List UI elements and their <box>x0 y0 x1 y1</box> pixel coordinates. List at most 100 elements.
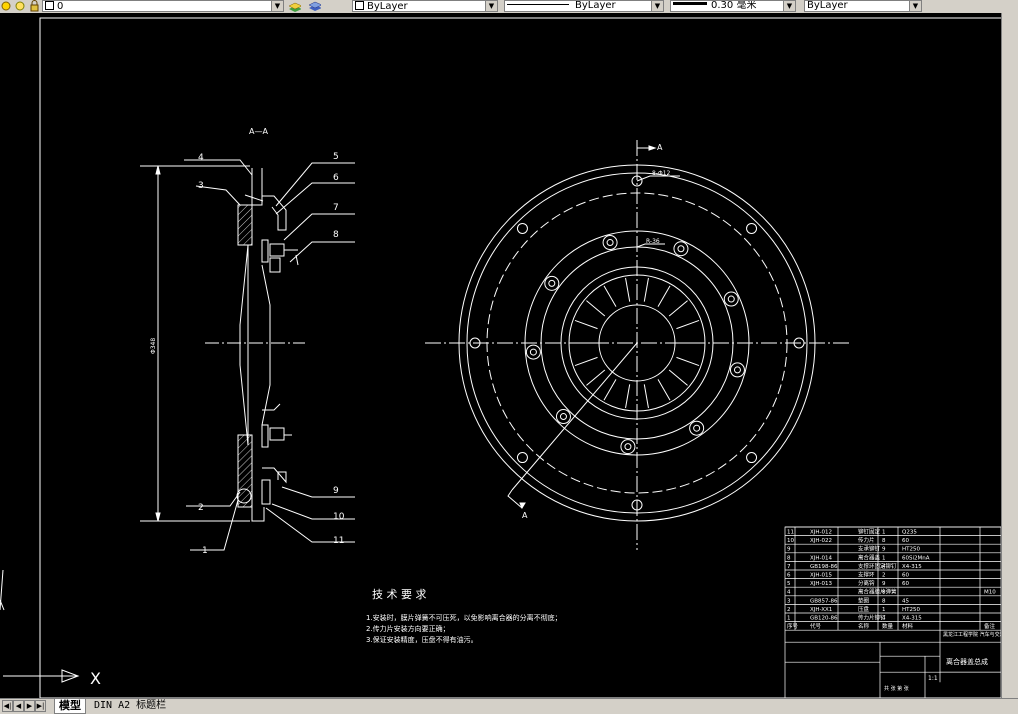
callout-3: 3 <box>198 181 204 191</box>
color-value: ByLayer <box>367 1 408 12</box>
color-swatch <box>355 1 364 10</box>
drawing-canvas[interactable]: A—A 4 3 2 1 5 6 7 8 9 10 11 Φ348 A A 8-Φ… <box>0 13 1018 698</box>
rivet-hole-inner <box>624 443 632 451</box>
layer-lock-icon[interactable] <box>28 0 41 12</box>
tab-layout-din-a2[interactable]: DIN A2 标题栏 <box>90 699 170 713</box>
layer-combo[interactable]: 0 ▼ <box>42 0 284 12</box>
bolt-hole <box>516 452 528 464</box>
bom-cell: HT250 <box>902 547 920 553</box>
finger-slot <box>574 319 598 330</box>
bom-cell: 支撑环固定铆钉 <box>858 562 897 570</box>
bom-cell: 60 <box>902 538 909 544</box>
last-tab-button[interactable]: ▶| <box>35 700 46 712</box>
rivet-hole <box>723 291 739 307</box>
bom-cell: 7 <box>787 564 791 570</box>
finger-slot <box>676 319 700 330</box>
tech-note-1: 1.安装时，膜片弹簧不可压死，以免影响离合器的分离不彻底； <box>366 613 562 622</box>
prev-tab-button[interactable]: ◀ <box>13 700 24 712</box>
bom-cell: 4 <box>882 616 886 622</box>
bom-cell: 4 <box>882 564 886 570</box>
chevron-down-icon[interactable]: ▼ <box>783 1 795 11</box>
sheet-info: 共 张 第 张 <box>884 685 909 692</box>
layer-sun-icon[interactable] <box>14 0 27 12</box>
linetype-combo[interactable]: ByLayer ▼ <box>504 0 664 12</box>
bom-header-cell: 序号 <box>787 622 799 630</box>
rivet-hole <box>602 235 618 251</box>
callout-8: 8 <box>333 230 339 240</box>
bom-cell: Q235 <box>902 530 917 536</box>
linetype-value: ByLayer <box>575 0 616 11</box>
bom-cell: 支撑环 <box>858 571 875 579</box>
finger-slot <box>586 300 606 317</box>
finger-slot <box>643 384 649 409</box>
bolt-hole <box>516 222 528 234</box>
bom-cell: 60Si2MnA <box>902 555 930 561</box>
bom-cell: 5 <box>787 581 791 587</box>
layer-value: 0 <box>57 1 64 12</box>
rivet-hole-inner <box>529 348 537 356</box>
chevron-down-icon[interactable]: ▼ <box>271 1 283 11</box>
rivet-hole-inner <box>606 239 614 247</box>
chevron-down-icon[interactable]: ▼ <box>485 1 497 11</box>
lineweight-combo[interactable]: 0.30 毫米 ▼ <box>670 0 796 12</box>
finger-slot <box>586 369 606 386</box>
bom-cell: 垫圈 <box>858 596 870 604</box>
rivet-hole <box>555 409 571 425</box>
bom-cell: XJH-022 <box>810 538 832 544</box>
finger-slot <box>643 277 649 302</box>
title-block: 11 XJH-012 铆钉固定 1 Q23510 XJH-022 传力片 8 609 支承铆钉 9 H… <box>784 526 1002 698</box>
bom-cell: XJH-014 <box>810 555 833 561</box>
bom-cell: 1 <box>882 555 886 561</box>
front-view <box>425 140 850 550</box>
rivet-hole <box>673 241 689 257</box>
bom-cell: 压盘 <box>858 605 870 613</box>
bom-cell: 传力片 <box>858 536 875 544</box>
dim-diameter: Φ348 <box>150 338 157 354</box>
layer-previous-icon[interactable] <box>308 0 321 12</box>
bom-cell: 2 <box>882 573 886 579</box>
finger-slot <box>668 369 688 386</box>
vertical-scrollbar[interactable] <box>1001 13 1018 698</box>
bom-header-cell: 备注 <box>984 622 996 630</box>
first-tab-button[interactable]: ◀| <box>2 700 13 712</box>
bom-cell: XJH-012 <box>810 530 832 536</box>
properties-toolbar: 0 ▼ ByLayer ▼ ByLayer ▼ 0.30 毫米 ▼ ByLaye… <box>0 0 1018 14</box>
bom-cell: 9 <box>882 581 886 587</box>
tech-note-3: 3.保证安装精度，压盘不得有油污。 <box>366 635 478 644</box>
bom-cell: 铆钉固定 <box>858 528 881 536</box>
bom-cell: GB120-86 <box>810 616 838 622</box>
lineweight-preview <box>673 2 707 5</box>
rivet-hole <box>544 275 560 291</box>
bom-cell: 9 <box>787 547 791 553</box>
bom-cell: 11 <box>787 530 794 536</box>
bom-cell: 8 <box>882 538 886 544</box>
next-tab-button[interactable]: ▶ <box>24 700 35 712</box>
drawing-title: 离合器盖总成 <box>946 657 988 666</box>
bom-header-cell: 数量 <box>882 622 894 630</box>
bom-cell: XJH-XX1 <box>810 607 832 613</box>
chevron-down-icon[interactable]: ▼ <box>651 1 663 11</box>
technical-requirements: 技 术 要 求 1.安装时，膜片弹簧不可压死，以免影响离合器的分离不彻底； 2.… <box>366 588 562 644</box>
bom-cell: X4-315 <box>902 564 922 570</box>
rivet-hole <box>729 362 745 378</box>
tech-title: 技 术 要 求 <box>372 588 427 601</box>
ucs-x-label: X <box>90 669 101 688</box>
bom-cell: 1 <box>882 607 886 613</box>
finger-slot <box>603 379 617 401</box>
bom-header-cell: 名称 <box>858 622 870 630</box>
hole-note-2: R-36 <box>646 238 660 245</box>
layer-bulb-icon[interactable] <box>0 0 13 12</box>
callout-7: 7 <box>333 203 339 213</box>
finger-slot <box>668 300 688 317</box>
bom-cell: X4-315 <box>902 616 922 622</box>
color-combo[interactable]: ByLayer ▼ <box>352 0 498 12</box>
bom-cell: 45 <box>902 598 909 604</box>
rivet-hole-inner <box>727 295 735 303</box>
front-view-notes: A A 8-Φ12 R-36 <box>522 143 671 520</box>
rivet-hole <box>620 439 636 455</box>
make-current-layer-icon[interactable] <box>288 0 301 12</box>
plotstyle-combo[interactable]: ByLayer ▼ <box>804 0 922 12</box>
tab-model[interactable]: 模型 <box>54 699 86 714</box>
chevron-down-icon[interactable]: ▼ <box>909 1 921 11</box>
bolt-hole <box>746 452 758 464</box>
